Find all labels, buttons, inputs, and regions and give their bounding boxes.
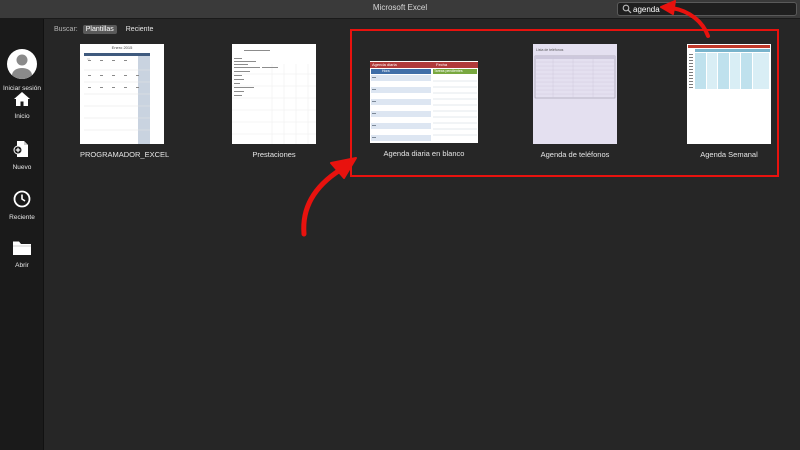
filter-label: Buscar: [54, 25, 78, 33]
sign-in-button[interactable]: Iniciar sesión [0, 49, 44, 92]
template-label: Prestaciones [252, 150, 296, 159]
sidebar-item-open[interactable]: Abrir [0, 240, 44, 269]
template-thumbnail: Enero 2015 [80, 44, 164, 144]
annotation-arrow-left [301, 157, 357, 237]
clock-icon [13, 190, 31, 208]
sidebar-item-label: Inicio [14, 113, 30, 120]
template-card[interactable]: Enero 2015 PROGRAMADOR_EXCEL [80, 44, 170, 159]
filter-bar: Buscar: Plantillas Reciente [54, 23, 162, 35]
avatar [7, 49, 37, 79]
tab-recent[interactable]: Reciente [123, 25, 157, 34]
tab-templates[interactable]: Plantillas [82, 24, 117, 34]
template-thumbnail [232, 44, 316, 144]
folder-icon [13, 241, 31, 255]
title-bar: Microsoft Excel [0, 0, 800, 19]
sidebar-item-recent[interactable]: Reciente [0, 190, 44, 221]
sidebar: Iniciar sesión Inicio Nuevo Reciente Abr… [0, 19, 44, 450]
home-icon [14, 92, 30, 106]
template-card[interactable]: Prestaciones [232, 44, 316, 159]
calendar-month-title: Enero 2015 [111, 45, 133, 50]
highlight-box [350, 29, 779, 177]
sidebar-item-label: Nuevo [12, 164, 32, 171]
document-thumbnail-drawing [232, 50, 316, 144]
new-document-icon [13, 141, 28, 157]
search-box[interactable] [617, 2, 797, 16]
sidebar-item-new[interactable]: Nuevo [0, 140, 44, 171]
person-icon [12, 54, 32, 79]
sidebar-item-label: Reciente [9, 214, 35, 221]
template-label: PROGRAMADOR_EXCEL [80, 150, 170, 159]
search-icon [622, 4, 632, 14]
search-input[interactable] [633, 3, 793, 15]
calendar-thumbnail-drawing [84, 53, 150, 144]
sidebar-item-label: Abrir [15, 262, 29, 269]
sidebar-item-home[interactable]: Inicio [0, 91, 44, 120]
